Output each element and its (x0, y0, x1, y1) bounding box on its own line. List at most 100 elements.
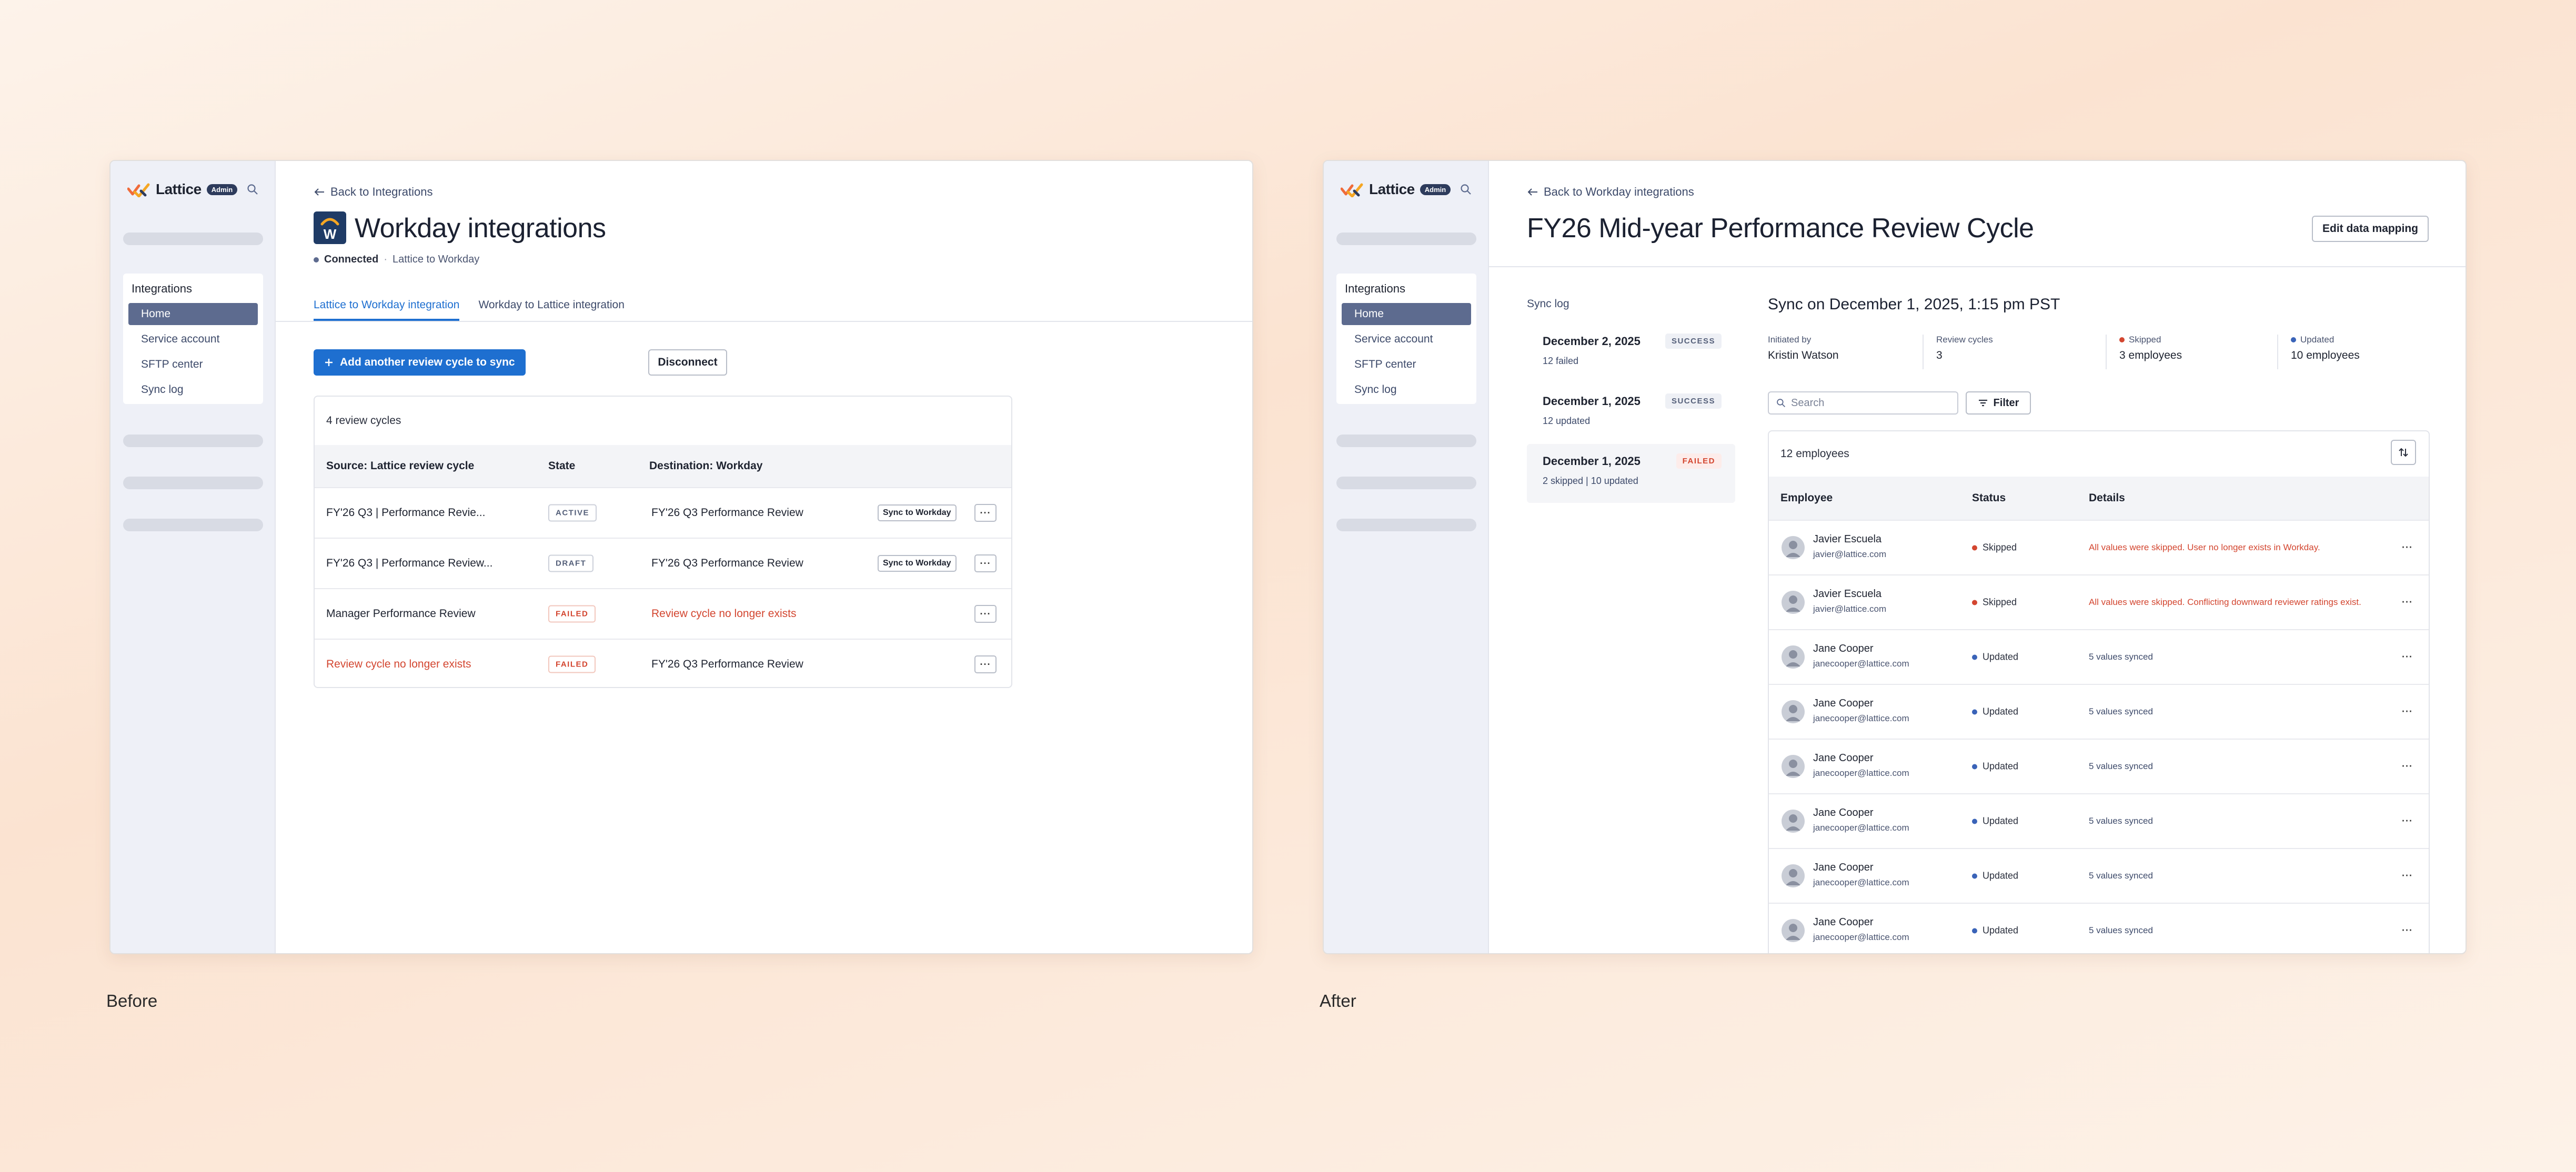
search-icon (1777, 399, 1786, 408)
table-row[interactable]: FY'26 Q3 | Performance Review... DRAFT F… (315, 538, 1011, 588)
status-dot-icon (1972, 819, 1977, 824)
nav-item-service-account[interactable]: Service account (128, 328, 258, 350)
sync-log-badge: SUCCESS (1665, 334, 1722, 349)
avatar (1782, 864, 1805, 887)
col-employee: Employee (1780, 492, 1833, 504)
sidebar: Lattice Admin Integrations Home Service … (1324, 161, 1489, 953)
search-input[interactable]: Search (1768, 391, 1958, 415)
employee-email: javier@lattice.com (1813, 604, 1887, 614)
sync-log-badge: SUCCESS (1665, 393, 1722, 409)
edit-data-mapping-button[interactable]: Edit data mapping (2312, 216, 2429, 242)
status-dot-icon (1972, 928, 1977, 933)
nav-item-sync-log[interactable]: Sync log (128, 379, 258, 401)
table-row[interactable]: Jane Cooper janecooper@lattice.com Updated… (1769, 793, 2429, 848)
nav-item-home[interactable]: Home (128, 303, 258, 325)
sync-log-item[interactable]: December 2, 2025 12 failed SUCCESS (1527, 324, 1735, 383)
table-header: Source: Lattice review cycle State Desti… (315, 445, 1011, 487)
state-badge: FAILED (548, 605, 596, 623)
page-title: FY26 Mid-year Performance Review Cycle (1527, 213, 2034, 244)
table-row[interactable]: Javier Escuela javier@lattice.com Skipped A… (1769, 574, 2429, 629)
status-dot-icon (1972, 600, 1977, 605)
details-text: All values were skipped. Conflicting dow… (2089, 597, 2361, 607)
table-row[interactable]: Jane Cooper janecooper@lattice.com Updated… (1769, 684, 2429, 739)
skeleton-placeholder (1336, 435, 1476, 447)
sync-to-workday-button[interactable]: Sync to Workday (878, 504, 957, 521)
app-name: Lattice (1369, 181, 1415, 197)
col-details: Details (2089, 492, 2125, 504)
more-options-icon[interactable]: ··· (974, 504, 997, 522)
table-row[interactable]: Review cycle no longer exists FAILED FY'… (315, 639, 1011, 687)
more-options-icon[interactable]: ··· (974, 554, 997, 572)
admin-badge: Admin (1420, 184, 1451, 195)
more-options-icon[interactable]: ··· (2402, 761, 2413, 772)
details-text: 5 values synced (2089, 925, 2153, 935)
skeleton-placeholder (123, 477, 263, 489)
more-options-icon[interactable]: ··· (2402, 597, 2413, 608)
lattice-logo-icon (127, 183, 150, 197)
plus-icon (325, 359, 333, 366)
table-row[interactable]: Jane Cooper janecooper@lattice.com Updated… (1769, 903, 2429, 953)
employee-email: janecooper@lattice.com (1813, 659, 1909, 669)
sync-log-title: Sync log (1527, 298, 1569, 310)
back-link-label: Back to Workday integrations (1544, 185, 1694, 198)
back-link[interactable]: Back to Integrations (314, 185, 432, 199)
more-options-icon[interactable]: ··· (2402, 542, 2413, 553)
table-row[interactable]: Javier Escuela javier@lattice.com Skipped A… (1769, 520, 2429, 574)
status-badge: Skipped (1972, 597, 2017, 608)
employee-name: Jane Cooper (1813, 862, 1874, 873)
more-options-icon[interactable]: ··· (2402, 706, 2413, 718)
table-row[interactable]: Jane Cooper janecooper@lattice.com Updated… (1769, 629, 2429, 684)
add-review-cycle-button[interactable]: Add another review cycle to sync (314, 349, 526, 376)
sync-log-item[interactable]: December 1, 2025 2 skipped | 10 updated … (1527, 444, 1735, 503)
table-row[interactable]: Manager Performance Review FAILED Review… (315, 588, 1011, 639)
table-row[interactable]: FY'26 Q3 | Performance Revie... ACTIVE F… (315, 487, 1011, 538)
nav-item-home[interactable]: Home (1342, 303, 1471, 325)
skipped-dot-icon (2119, 337, 2125, 342)
status-badge: Skipped (1972, 542, 2017, 553)
disconnect-button[interactable]: Disconnect (648, 349, 727, 376)
state-badge: FAILED (548, 655, 596, 673)
row-destination: Review cycle no longer exists (651, 608, 797, 620)
filter-button[interactable]: Filter (1966, 391, 2031, 415)
more-options-icon[interactable]: ··· (2402, 871, 2413, 882)
status-badge: Updated (1972, 706, 2018, 718)
nav-item-sftp-center[interactable]: SFTP center (128, 353, 258, 376)
details-text: All values were skipped. User no longer … (2089, 542, 2320, 552)
sync-to-workday-button[interactable]: Sync to Workday (878, 555, 957, 572)
sort-icon[interactable] (2391, 440, 2416, 465)
before-caption: Before (106, 991, 158, 1011)
avatar (1782, 536, 1805, 559)
details-text: 5 values synced (2089, 871, 2153, 881)
col-source: Source: Lattice review cycle (326, 460, 475, 472)
after-window: Lattice Admin Integrations Home Service … (1323, 160, 2467, 954)
search-icon[interactable] (1460, 184, 1472, 195)
search-icon[interactable] (247, 184, 258, 195)
more-options-icon[interactable]: ··· (974, 605, 997, 623)
table-row[interactable]: Jane Cooper janecooper@lattice.com Updated… (1769, 848, 2429, 903)
more-options-icon[interactable]: ··· (2402, 652, 2413, 663)
connection-label: Connected (324, 254, 379, 265)
stat-value: Kristin Watson (1768, 349, 1839, 361)
employee-name: Jane Cooper (1813, 698, 1874, 709)
stat-label-text: Updated (2300, 335, 2334, 345)
employee-name: Javier Escuela (1813, 533, 1882, 545)
workday-logo-icon: W (314, 211, 346, 244)
nav-item-sftp-center[interactable]: SFTP center (1342, 353, 1471, 376)
stat-review-cycles: Review cycles 3 (1936, 335, 1993, 362)
back-link[interactable]: Back to Workday integrations (1527, 185, 1694, 199)
status-dot-icon (1972, 545, 1977, 550)
more-options-icon[interactable]: ··· (2402, 925, 2413, 936)
sync-log-item[interactable]: December 1, 2025 12 updated SUCCESS (1527, 384, 1735, 443)
table-row[interactable]: Jane Cooper janecooper@lattice.com Updated… (1769, 739, 2429, 793)
stat-divider (1923, 335, 1924, 369)
skeleton-placeholder (1336, 519, 1476, 531)
nav-item-service-account[interactable]: Service account (1342, 328, 1471, 350)
more-options-icon[interactable]: ··· (2402, 816, 2413, 827)
state-badge: ACTIVE (548, 504, 597, 522)
nav-item-sync-log[interactable]: Sync log (1342, 379, 1471, 401)
connection-status: Connected · Lattice to Workday (314, 254, 479, 266)
tab-lattice-to-workday[interactable]: Lattice to Workday integration (314, 299, 460, 321)
status-label: Updated (1983, 706, 2019, 717)
more-options-icon[interactable]: ··· (974, 655, 997, 673)
tab-workday-to-lattice[interactable]: Workday to Lattice integration (478, 299, 624, 321)
